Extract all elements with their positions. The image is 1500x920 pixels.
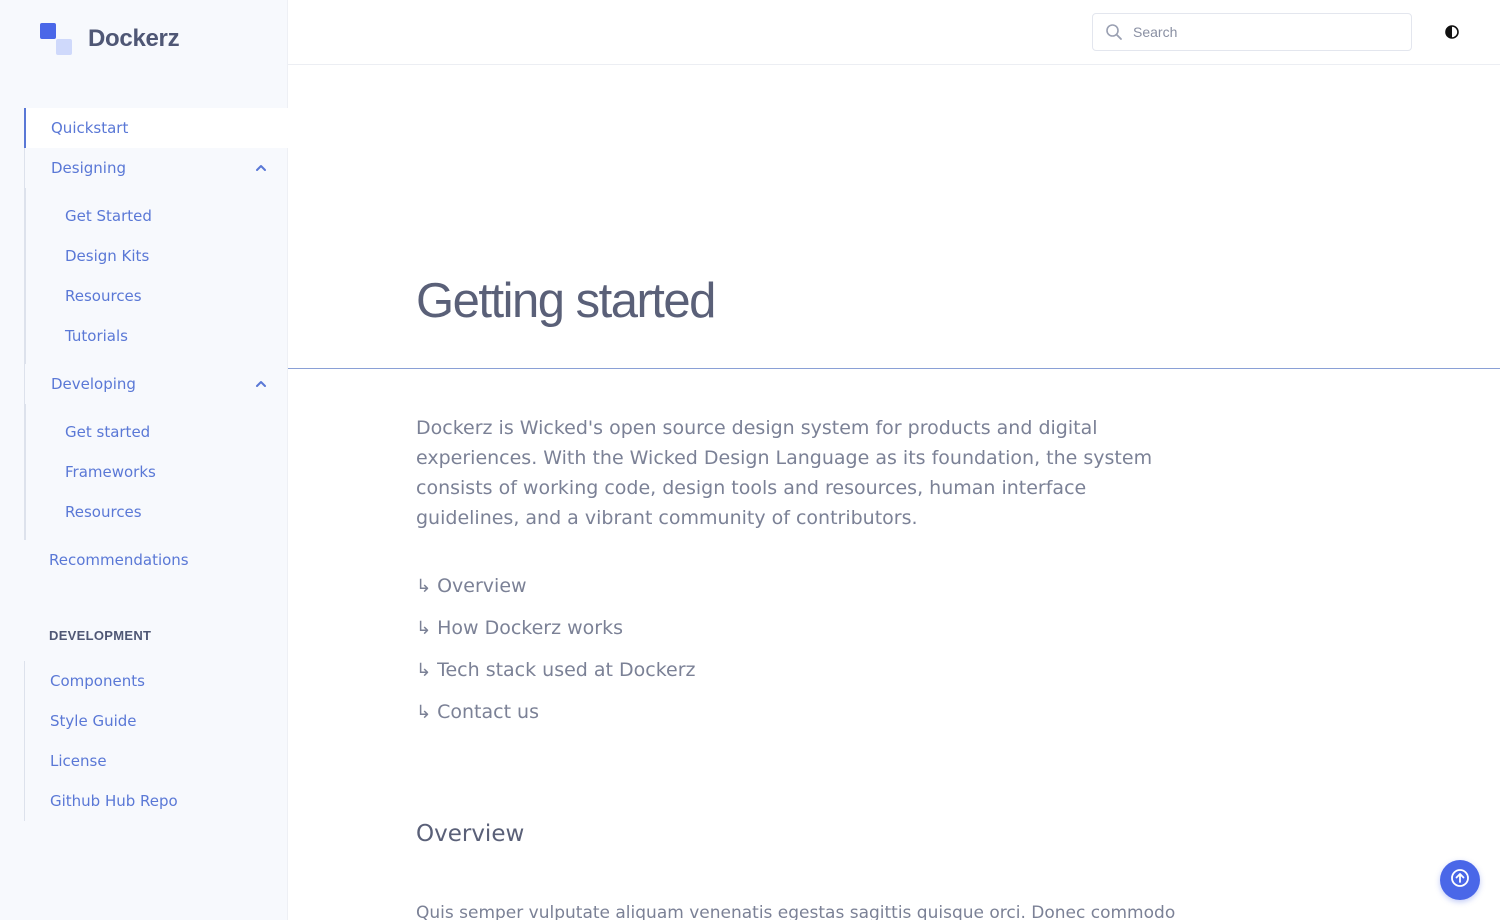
intro-paragraph: Dockerz is Wicked's open source design s… [416, 417, 1153, 529]
sidebar-item-license[interactable]: License [25, 741, 288, 781]
section-heading-overview: Overview [416, 821, 525, 847]
sidebar-item-designing[interactable]: Designing [25, 148, 288, 188]
overview-paragraph: Quis semper vulputate aliquam venenatis … [416, 903, 1176, 920]
brand-logo [40, 23, 72, 55]
return-arrow-icon: ↳ [416, 659, 432, 681]
table-of-contents: ↳ Overview ↳ How Dockerz works ↳ Tech st… [416, 565, 696, 733]
sidebar-section-title: DEVELOPMENT [49, 628, 152, 643]
sidebar-item-dev-get-started[interactable]: Get started [26, 412, 288, 452]
search-icon [1105, 23, 1123, 41]
return-arrow-icon: ↳ [416, 575, 432, 597]
main-content: Getting started Dockerz is Wicked's open… [288, 65, 1500, 920]
title-divider [288, 368, 1500, 369]
development-nav: Components Style Guide License Github Hu… [24, 661, 288, 821]
sidebar-item-resources[interactable]: Resources [26, 276, 288, 316]
toc-label: Contact us [437, 701, 539, 723]
brand-name: Dockerz [88, 25, 180, 52]
brand[interactable]: Dockerz [40, 22, 180, 56]
sidebar-item-style-guide[interactable]: Style Guide [25, 701, 288, 741]
topbar [288, 0, 1500, 65]
sidebar-item-frameworks[interactable]: Frameworks [26, 452, 288, 492]
toc-link-overview[interactable]: ↳ Overview [416, 565, 696, 607]
sidebar-item-get-started[interactable]: Get Started [26, 196, 288, 236]
return-arrow-icon: ↳ [416, 701, 432, 723]
chevron-up-icon[interactable] [254, 161, 268, 175]
logo-square-primary [40, 23, 56, 39]
toc-label: Tech stack used at Dockerz [437, 659, 696, 681]
sidebar-nav: Quickstart Designing Get Started Design … [24, 108, 288, 540]
arrow-up-circle-icon [1450, 868, 1470, 892]
toc-link-tech-stack[interactable]: ↳ Tech stack used at Dockerz [416, 649, 696, 691]
sidebar-item-recommendations[interactable]: Recommendations [25, 540, 288, 580]
sidebar-item-design-kits[interactable]: Design Kits [26, 236, 288, 276]
logo-square-secondary [56, 39, 72, 55]
contrast-icon[interactable] [1444, 24, 1460, 40]
toc-link-contact[interactable]: ↳ Contact us [416, 691, 696, 733]
sidebar: Dockerz Quickstart Designing Get Started… [0, 0, 288, 920]
sidebar-item-components[interactable]: Components [25, 661, 288, 701]
return-arrow-icon: ↳ [416, 617, 432, 639]
toc-link-how-it-works[interactable]: ↳ How Dockerz works [416, 607, 696, 649]
sidebar-item-tutorials[interactable]: Tutorials [26, 316, 288, 356]
sidebar-item-quickstart[interactable]: Quickstart [24, 108, 288, 148]
sidebar-item-github-repo[interactable]: Github Hub Repo [25, 781, 288, 821]
toc-label: How Dockerz works [437, 617, 624, 639]
developing-submenu: Get started Frameworks Resources [25, 404, 288, 540]
sidebar-item-label: Designing [51, 159, 126, 177]
search-input[interactable] [1133, 24, 1393, 40]
designing-submenu: Get Started Design Kits Resources Tutori… [25, 188, 288, 364]
scroll-to-top-button[interactable] [1440, 860, 1480, 900]
search-box[interactable] [1092, 13, 1412, 51]
chevron-up-icon[interactable] [254, 377, 268, 391]
sidebar-item-developing[interactable]: Developing [25, 364, 288, 404]
sidebar-item-dev-resources[interactable]: Resources [26, 492, 288, 532]
toc-label: Overview [437, 575, 527, 597]
sidebar-item-label: Developing [51, 375, 136, 393]
page-title: Getting started [416, 274, 716, 328]
